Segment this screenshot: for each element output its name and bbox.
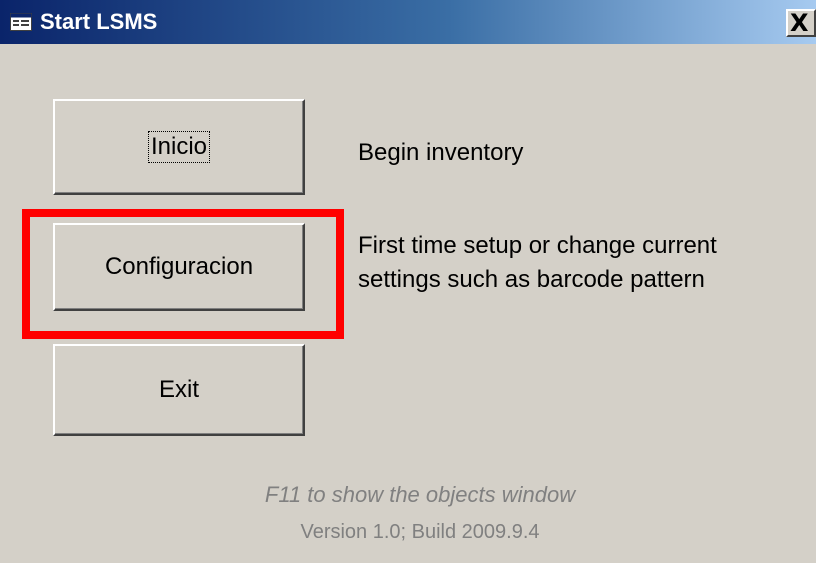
inicio-button[interactable]: Inicio [53, 99, 305, 195]
close-button[interactable]: X [786, 9, 816, 37]
configuracion-description-line-1: First time setup or change current [358, 232, 717, 259]
configuracion-description: First time setup or change current setti… [358, 229, 717, 297]
inicio-description: Begin inventory [358, 139, 524, 166]
exit-button[interactable]: Exit [53, 344, 305, 436]
configuracion-description-line-2: settings such as barcode pattern [358, 266, 705, 293]
start-lsms-window: Start LSMS X Inicio Begin inventory Conf… [0, 0, 816, 563]
title-bar[interactable]: Start LSMS X [0, 0, 816, 44]
objects-window-hint: F11 to show the objects window [264, 482, 576, 507]
form-icon [10, 13, 32, 31]
close-icon: X [790, 9, 809, 37]
inicio-button-label: Inicio [147, 131, 211, 163]
window-title: Start LSMS [40, 9, 158, 34]
version-label: Version 1.0; Build 2009.9.4 [300, 521, 540, 543]
configuracion-button[interactable]: Configuracion [53, 223, 305, 311]
exit-button-label: Exit [158, 376, 199, 403]
configuracion-button-label: Configuracion [104, 253, 254, 280]
